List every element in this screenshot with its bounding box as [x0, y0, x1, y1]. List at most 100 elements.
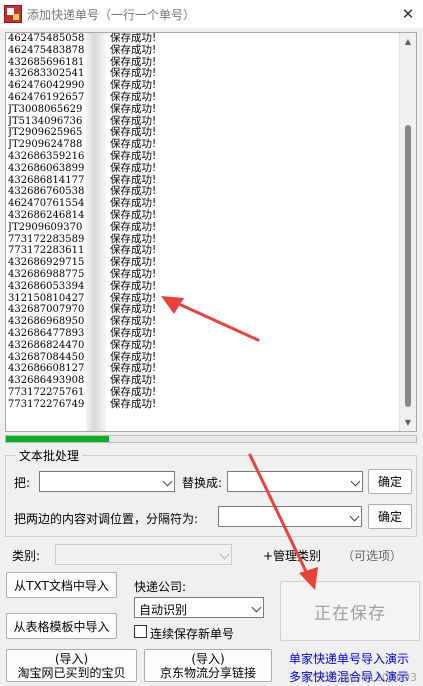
- tracking-number: JT2909624788: [8, 139, 83, 151]
- log-row: 432686246814 保存成功!: [6, 209, 416, 222]
- import-template-button[interactable]: 从表格模板中导入: [6, 613, 117, 639]
- title-bar: 添加快递单号（一行一个单号） ✕: [0, 0, 423, 28]
- import-jd-line2: 京东物流分享链接: [159, 665, 256, 680]
- tracking-number: 432687007970: [8, 304, 84, 316]
- log-row: 432687084450 保存成功!: [6, 351, 416, 364]
- optional-hint: （可选项）: [342, 549, 403, 563]
- replace-with-label: 替换成:: [182, 476, 223, 490]
- tracking-number: 773172275761: [8, 386, 84, 398]
- app-icon: [4, 5, 22, 23]
- import-jd-line1: (导入): [191, 651, 225, 666]
- chevron-down-icon: [350, 476, 361, 487]
- separator-combo[interactable]: [218, 506, 362, 527]
- log-row: 432686493908 保存成功!: [6, 374, 416, 387]
- saving-button[interactable]: 正在保存: [280, 581, 420, 641]
- continue-save-label: 连续保存新单号: [150, 627, 235, 641]
- log-row: JT2909624788 保存成功!: [6, 138, 416, 151]
- scroll-up-icon[interactable]: ▲: [400, 33, 416, 50]
- log-row: 432686477893 保存成功!: [6, 327, 416, 340]
- continue-save-checkbox[interactable]: [134, 625, 147, 638]
- tracking-number: 432686608127: [8, 363, 84, 375]
- tracking-number: JT5134096736: [8, 115, 83, 127]
- chevron-down-icon: [349, 511, 360, 522]
- manage-category-link[interactable]: +管理类别: [263, 547, 321, 564]
- log-row: 432687007970 保存成功!: [6, 304, 416, 316]
- category-label: 类别:: [12, 549, 41, 563]
- log-row: 432686929715 保存成功!: [6, 256, 416, 269]
- courier-combo[interactable]: 自动识别: [134, 597, 264, 618]
- watermark: CSDN @wu1202093: [306, 671, 417, 684]
- import-jd-button[interactable]: (导入) 京东物流分享链接: [144, 649, 272, 682]
- tracking-number: 432685696181: [8, 56, 84, 68]
- log-row: 462470761554 保存成功!: [6, 197, 416, 210]
- import-txt-button[interactable]: 从TXT文档中导入: [6, 572, 117, 598]
- log-row: 462475483878 保存成功!: [6, 44, 416, 57]
- save-status: 保存成功!: [110, 385, 157, 398]
- tracking-number: 773172283611: [8, 245, 84, 257]
- tracking-number: 462475483878: [8, 44, 84, 56]
- tracking-number: 462475485058: [8, 33, 84, 44]
- replace-to-combo[interactable]: [227, 471, 363, 492]
- tracking-number: 773172283589: [8, 233, 84, 245]
- save-status: 保存成功!: [110, 220, 157, 233]
- log-row: 462476042990 保存成功!: [6, 79, 416, 92]
- log-row: JT2909625965 保存成功!: [6, 127, 416, 139]
- tracking-number: 432686477893: [8, 327, 84, 339]
- category-combo[interactable]: [55, 544, 232, 565]
- vertical-scrollbar[interactable]: ▲ ▼: [399, 33, 416, 431]
- progress-fill: [6, 436, 109, 442]
- log-row: 432686760538 保存成功!: [6, 186, 416, 198]
- chevron-down-icon: [162, 476, 173, 487]
- tracking-number: 432686814177: [8, 174, 84, 186]
- log-row: 432686968950 保存成功!: [6, 315, 416, 328]
- tracking-number: 432683302541: [8, 68, 84, 80]
- scroll-thumb[interactable]: [405, 125, 411, 407]
- save-status: 保存成功!: [110, 267, 157, 280]
- log-row: 462475485058 保存成功!: [6, 33, 416, 45]
- tracking-number-textarea[interactable]: 462475485058 保存成功! 462475483878 保存成功! 432685…: [5, 32, 417, 432]
- tracking-number: 462470761554: [8, 198, 84, 210]
- save-status: 保存成功!: [110, 90, 157, 103]
- log-row: 432686359216 保存成功!: [6, 149, 416, 163]
- tracking-number: 312150810427: [8, 292, 84, 304]
- log-row: 432686063899 保存成功!: [6, 162, 416, 175]
- tracking-number: 432686968950: [8, 316, 84, 328]
- replace-confirm-button[interactable]: 确定: [368, 469, 412, 494]
- log-row: 773172283611 保存成功!: [6, 245, 416, 257]
- tracking-number: 773172276749: [8, 398, 84, 410]
- import-taobao-line1: (导入): [54, 651, 89, 666]
- tracking-number: 432686063899: [8, 162, 84, 174]
- save-status: 保存成功!: [110, 102, 157, 115]
- scroll-down-icon[interactable]: ▼: [400, 414, 416, 431]
- log-row: JT5134096736 保存成功!: [6, 115, 416, 128]
- save-status: 保存成功!: [110, 149, 157, 162]
- tracking-number: 462476042990: [8, 80, 84, 92]
- log-row: 462476192657 保存成功!: [6, 90, 416, 104]
- save-status: 保存成功!: [110, 397, 157, 410]
- log-row: 432686988775 保存成功!: [6, 267, 416, 281]
- tracking-number: 432686824470: [8, 339, 84, 351]
- close-icon[interactable]: ✕: [393, 0, 423, 28]
- replace-from-combo[interactable]: [39, 471, 175, 492]
- log-row: 773172283589 保存成功!: [6, 233, 416, 246]
- save-status: 保存成功!: [110, 279, 157, 292]
- save-progress-bar: [5, 435, 417, 443]
- tracking-number: 432686359216: [8, 150, 84, 162]
- window-title: 添加快递单号（一行一个单号）: [27, 8, 196, 22]
- import-taobao-button[interactable]: (导入) 淘宝网已买到的宝贝: [6, 649, 137, 682]
- log-row: 773172276749 保存成功!: [6, 397, 416, 411]
- log-row: 432686814177 保存成功!: [6, 174, 416, 187]
- import-taobao-line2: 淘宝网已买到的宝贝: [17, 665, 126, 680]
- tracking-number: 432686053394: [8, 280, 84, 292]
- swap-confirm-button[interactable]: 确定: [368, 504, 412, 529]
- save-status: 保存成功!: [110, 338, 157, 351]
- text-batch-title: 文本批处理: [16, 447, 83, 464]
- single-import-demo-link[interactable]: 单家快递单号导入演示: [289, 650, 409, 667]
- tracking-number: 432686493908: [8, 375, 84, 387]
- log-row: 312150810427 保存成功!: [6, 292, 416, 305]
- tracking-number: 432686246814: [8, 209, 84, 221]
- courier-selected: 自动识别: [139, 603, 188, 617]
- chevron-down-icon: [219, 549, 230, 560]
- log-row: 432683302541 保存成功!: [6, 68, 416, 80]
- tracking-number: JT3008065629: [8, 103, 83, 115]
